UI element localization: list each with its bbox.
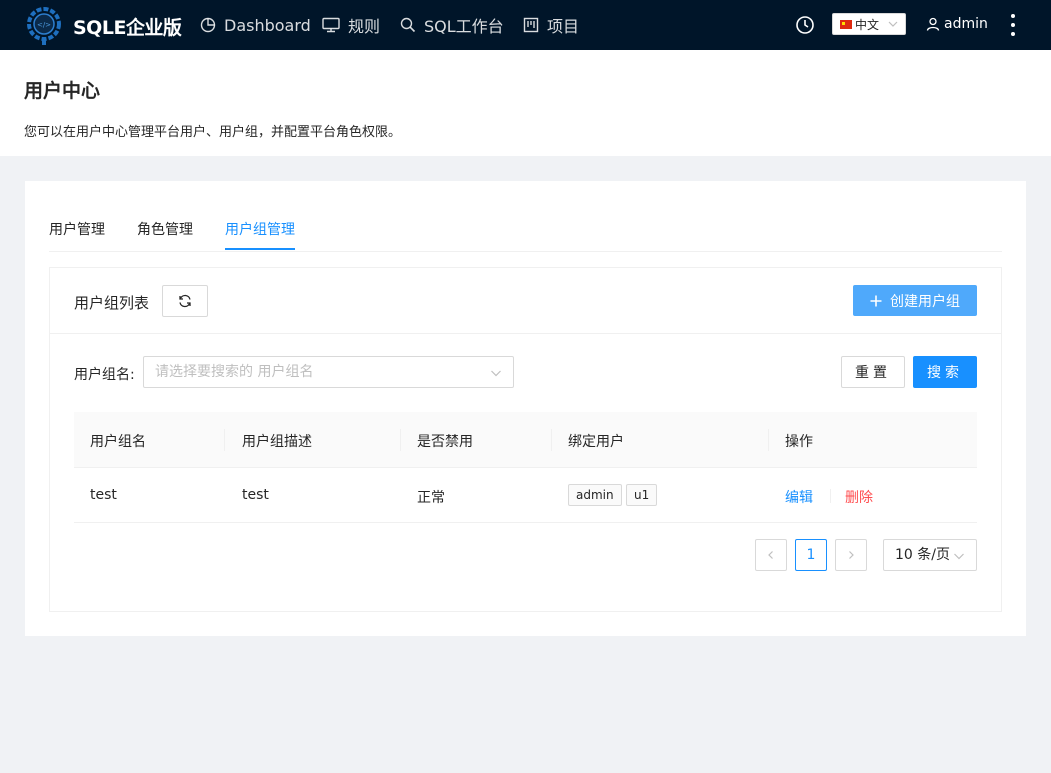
nav-dashboard[interactable]: Dashboard — [200, 14, 311, 36]
logo-icon: </> — [27, 7, 61, 45]
page-description: 您可以在用户中心管理平台用户、用户组，并配置平台角色权限。 — [24, 125, 402, 140]
filter-label: 用户组名: — [74, 367, 135, 383]
column-divider — [551, 429, 552, 451]
tab-bar: 用户管理 角色管理 用户组管理 — [49, 181, 1002, 252]
delete-link[interactable]: 删除 — [845, 487, 873, 507]
column-header-disabled: 是否禁用 — [417, 434, 473, 450]
nav-rules[interactable]: 规则 — [322, 14, 380, 36]
pagination-page-1[interactable]: 1 — [795, 539, 827, 571]
active-tab-indicator — [225, 248, 295, 250]
column-header-actions: 操作 — [785, 434, 813, 450]
chevron-left-icon — [768, 551, 773, 559]
user-tag: admin — [568, 484, 622, 506]
pagination-next-button[interactable] — [835, 539, 867, 571]
cell-description: test — [242, 487, 269, 503]
column-header-name: 用户组名 — [90, 434, 146, 450]
user-menu[interactable]: admin — [926, 16, 988, 32]
pie-chart-icon — [200, 17, 216, 33]
search-button[interactable]: 搜索 — [913, 356, 977, 388]
user-group-panel: 用户组列表 创建用户组 用户组名: 请选择要搜索的 用户组名 重置 搜索 用户组… — [49, 267, 1002, 612]
search-icon — [400, 17, 416, 33]
panel-header: 用户组列表 创建用户组 — [50, 268, 1001, 334]
page-title: 用户中心 — [24, 80, 101, 102]
flag-cn-icon — [840, 19, 852, 29]
column-divider — [768, 429, 769, 451]
list-title: 用户组列表 — [74, 294, 150, 312]
table-header: 用户组名 用户组描述 是否禁用 绑定用户 操作 — [74, 412, 977, 468]
top-navigation-bar: </> SQLE企业版 Dashboard 规则 SQL工作台 项目 中文 ad… — [0, 0, 1051, 50]
user-name: admin — [944, 16, 988, 32]
nav-dashboard-label: Dashboard — [224, 15, 311, 35]
nav-rules-label: 规则 — [348, 17, 381, 36]
nav-project-label: 项目 — [547, 17, 580, 36]
language-label: 中文 — [855, 17, 880, 32]
user-icon — [926, 17, 940, 31]
user-tag: u1 — [626, 484, 658, 506]
nav-sql-label: SQL工作台 — [424, 17, 504, 36]
language-select[interactable]: 中文 — [832, 13, 906, 35]
page-size-select[interactable]: 10 条/页 — [883, 539, 977, 571]
svg-text:</>: </> — [37, 21, 51, 29]
reset-button[interactable]: 重置 — [841, 356, 905, 388]
refresh-icon — [179, 294, 191, 308]
monitor-icon — [322, 17, 340, 33]
page-header: 用户中心 您可以在用户中心管理平台用户、用户组，并配置平台角色权限。 — [0, 50, 1051, 156]
pagination-prev-button[interactable] — [755, 539, 787, 571]
edit-link[interactable]: 编辑 — [785, 487, 813, 507]
column-divider — [224, 429, 225, 451]
column-header-description: 用户组描述 — [242, 434, 312, 450]
cell-name: test — [90, 487, 117, 503]
column-header-bound-users: 绑定用户 — [568, 434, 624, 450]
nav-sql-workbench[interactable]: SQL工作台 — [400, 14, 504, 36]
user-group-name-select[interactable]: 请选择要搜索的 用户组名 — [143, 356, 514, 388]
project-icon — [523, 17, 539, 33]
content-card: 用户管理 角色管理 用户组管理 用户组列表 创建用户组 用户组名: 请选择要搜索… — [25, 181, 1026, 636]
brand-title[interactable]: SQLE企业版 — [73, 13, 182, 40]
chevron-down-icon — [888, 21, 898, 27]
action-divider — [830, 489, 831, 503]
filter-placeholder: 请选择要搜索的 用户组名 — [155, 364, 314, 380]
tab-user-management[interactable]: 用户管理 — [49, 219, 105, 239]
clock-icon[interactable] — [795, 15, 815, 35]
tab-user-group-management[interactable]: 用户组管理 — [225, 219, 295, 239]
table-row: test test 正常 admin u1 编辑 删除 — [74, 468, 977, 523]
create-user-group-label: 创建用户组 — [890, 293, 960, 310]
cell-status: 正常 — [417, 490, 445, 506]
create-user-group-button[interactable]: 创建用户组 — [853, 285, 977, 316]
page-size-label: 10 条/页 — [895, 547, 950, 563]
plus-icon — [870, 295, 882, 306]
column-divider — [400, 429, 401, 451]
tab-role-management[interactable]: 角色管理 — [137, 219, 193, 239]
chevron-down-icon — [954, 553, 964, 560]
chevron-right-icon — [849, 551, 854, 559]
more-vertical-icon[interactable] — [1006, 13, 1020, 37]
refresh-button[interactable] — [162, 285, 208, 317]
nav-project[interactable]: 项目 — [523, 14, 579, 36]
chevron-down-icon — [491, 370, 501, 377]
